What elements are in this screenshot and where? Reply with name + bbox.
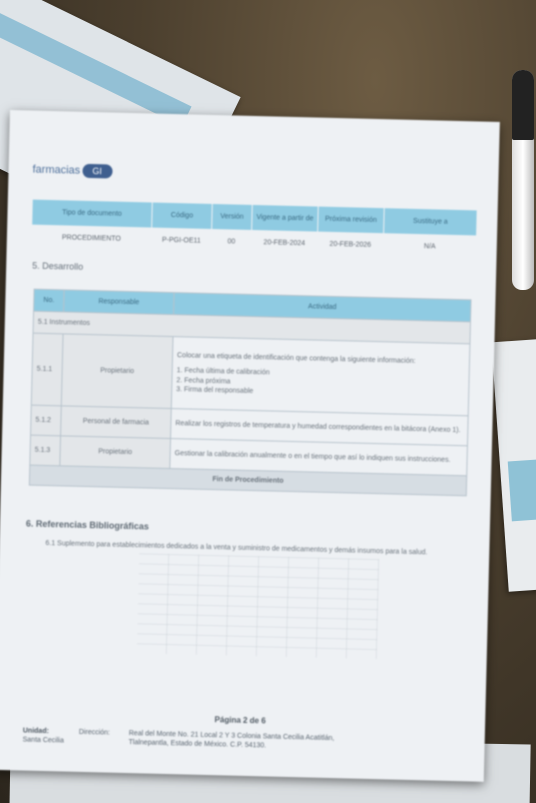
- activity-list: 1. Fecha última de calibración 2. Fecha …: [176, 366, 465, 401]
- header-value-type: PROCEDIMIENTO: [61, 234, 121, 243]
- header-col-next-review: Próxima revisión: [317, 206, 385, 234]
- references-title: 6. Referencias Bibliográficas: [25, 518, 150, 532]
- header-col-replaces: Sustituye a: [383, 207, 478, 236]
- header-col-valid-from: Vigente a partir de: [251, 204, 319, 233]
- activity-table: No. Responsable Actividad 5.1 Instrument…: [29, 289, 472, 497]
- header-col-type: Tipo de documento: [31, 199, 153, 228]
- activity-row-responsible: Propietario: [61, 333, 174, 409]
- logo-text: farmacias: [32, 163, 81, 177]
- background-box-tab: [507, 459, 536, 522]
- activity-col-no: No.: [33, 289, 65, 312]
- activity-row-responsible: Personal de farmacia: [60, 405, 172, 439]
- activity-row-no: 5.1.3: [29, 435, 61, 466]
- header-value-code: P-PGI-OE11: [161, 237, 201, 245]
- bleed-through-table: [136, 553, 380, 660]
- header-value-version: 00: [227, 238, 236, 246]
- logo-mark: GI: [82, 163, 113, 179]
- page-number: Página 2 de 6: [214, 715, 266, 726]
- activity-row-no: 5.1.2: [30, 405, 62, 436]
- document-page: farmacias GI Tipo de documento Código Ve…: [0, 110, 500, 782]
- section-title: 5. Desarrollo: [32, 260, 84, 272]
- pen-cap: [512, 70, 534, 140]
- document-footer: Unidad: Dirección: Real del Monte No. 21…: [23, 727, 463, 754]
- document-header-table: Tipo de documento Código Versión Vigente…: [31, 199, 478, 256]
- footer-unit-label: Unidad:: [22, 727, 49, 736]
- activity-row-description: Colocar una etiqueta de identificación q…: [171, 336, 470, 416]
- activity-row-no: 5.1.1: [31, 333, 64, 406]
- header-col-version: Versión: [211, 203, 253, 231]
- header-col-code: Código: [151, 202, 213, 230]
- header-value-next-review: 20-FEB-2026: [329, 241, 372, 250]
- activity-row-responsible: Propietario: [59, 435, 171, 469]
- header-value-valid-from: 20-FEB-2024: [263, 239, 306, 248]
- activity-text: Colocar una etiqueta de identificación q…: [176, 351, 416, 365]
- activity-row: 5.1.1 Propietario Colocar una etiqueta d…: [31, 333, 470, 416]
- activity-col-responsible: Responsable: [63, 289, 175, 315]
- pen: [512, 70, 534, 290]
- company-logo: farmacias GI: [32, 163, 113, 179]
- header-value-replaces: N/A: [423, 243, 436, 251]
- footer-address-label: Dirección:: [78, 728, 111, 737]
- footer-unit-value: Santa Cecilia: [22, 736, 64, 745]
